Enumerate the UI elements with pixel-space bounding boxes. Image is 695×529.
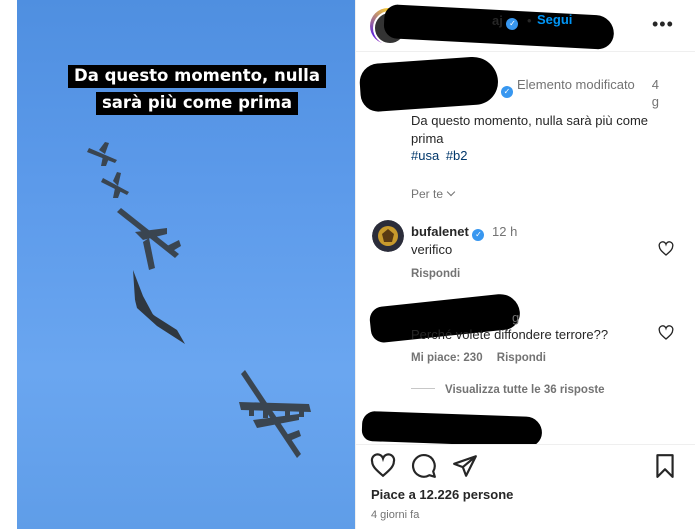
comment-text: verifico <box>411 242 453 257</box>
comment-username-text: bufalenet <box>411 224 469 239</box>
likes-count[interactable]: Piace a 12.226 persone <box>371 487 513 502</box>
author-username-text: aj <box>492 13 503 28</box>
comments-section[interactable]: ✓ Elemento modificato 4 g Da questo mome… <box>356 52 695 444</box>
bomber-b52 <box>239 370 311 458</box>
more-options-icon[interactable]: ••• <box>652 15 674 33</box>
bomber-b1 <box>117 208 181 270</box>
fighter-jet-1 <box>87 142 117 166</box>
caption-time: 4 g <box>651 77 659 109</box>
chevron-down-icon <box>446 187 456 197</box>
comment-actions: Rispondi <box>411 268 471 280</box>
reply-button[interactable]: Rispondi <box>497 352 546 364</box>
post-date: 4 giorni fa <box>371 509 420 521</box>
comment-time: g <box>512 310 520 325</box>
comment-text: Perché volete diffondere terrore?? <box>411 327 609 342</box>
comment-likes-count[interactable]: Mi piace: 230 <box>411 352 483 364</box>
verified-badge-icon: ✓ <box>501 86 513 98</box>
hashtag-usa[interactable]: #usa <box>411 148 439 163</box>
follow-button[interactable]: Segui <box>537 12 572 27</box>
media-caption-line-2: sarà più come prima <box>95 92 299 115</box>
comment-avatar[interactable] <box>372 220 404 252</box>
translation-toggle[interactable]: Per te <box>411 187 456 201</box>
header-separator: • <box>527 13 532 28</box>
media-caption-overlay: Da questo momento, nulla sarà più come p… <box>57 62 337 116</box>
edited-label: Elemento modificato <box>517 77 635 92</box>
heart-icon[interactable] <box>658 241 674 257</box>
bufalenet-avatar-icon <box>372 220 404 252</box>
media-caption-line-1: Da questo momento, nulla <box>68 65 326 88</box>
caption-text: Da questo momento, nulla sarà più come p… <box>411 113 649 146</box>
hashtags: #usa #b2 <box>411 148 471 163</box>
post-side-panel: aj ✓ • Segui ••• ✓ Elemento modificato 4… <box>355 0 695 529</box>
translation-label: Per te <box>411 187 444 201</box>
comment-username[interactable]: bufalenet ✓ 12 h <box>411 224 517 241</box>
post-actions-bar: Piace a 12.226 persone 4 giorni fa <box>356 444 695 529</box>
heart-icon[interactable] <box>658 325 674 341</box>
hashtag-b2[interactable]: #b2 <box>446 148 468 163</box>
fighter-jet-2 <box>101 172 129 198</box>
heart-icon[interactable] <box>370 453 396 479</box>
post-header: aj ✓ • Segui ••• <box>356 0 695 52</box>
redaction-mark <box>361 410 543 444</box>
view-replies-button[interactable]: Visualizza tutte le 36 risposte <box>411 384 605 396</box>
verified-badge-icon: ✓ <box>472 229 485 241</box>
bomber-b2 <box>133 270 185 344</box>
author-username[interactable]: aj ✓ <box>492 13 519 30</box>
share-icon[interactable] <box>452 453 478 479</box>
verified-badge-icon: ✓ <box>506 18 519 30</box>
bookmark-icon[interactable] <box>652 453 678 479</box>
reply-button[interactable]: Rispondi <box>411 268 460 280</box>
redaction-mark <box>358 55 500 113</box>
comment-time: 12 h <box>492 224 518 239</box>
comment-actions: Mi piace: 230 Rispondi <box>411 352 557 364</box>
post-media[interactable]: Da questo momento, nulla sarà più come p… <box>17 0 355 529</box>
comment-icon[interactable] <box>411 453 437 479</box>
